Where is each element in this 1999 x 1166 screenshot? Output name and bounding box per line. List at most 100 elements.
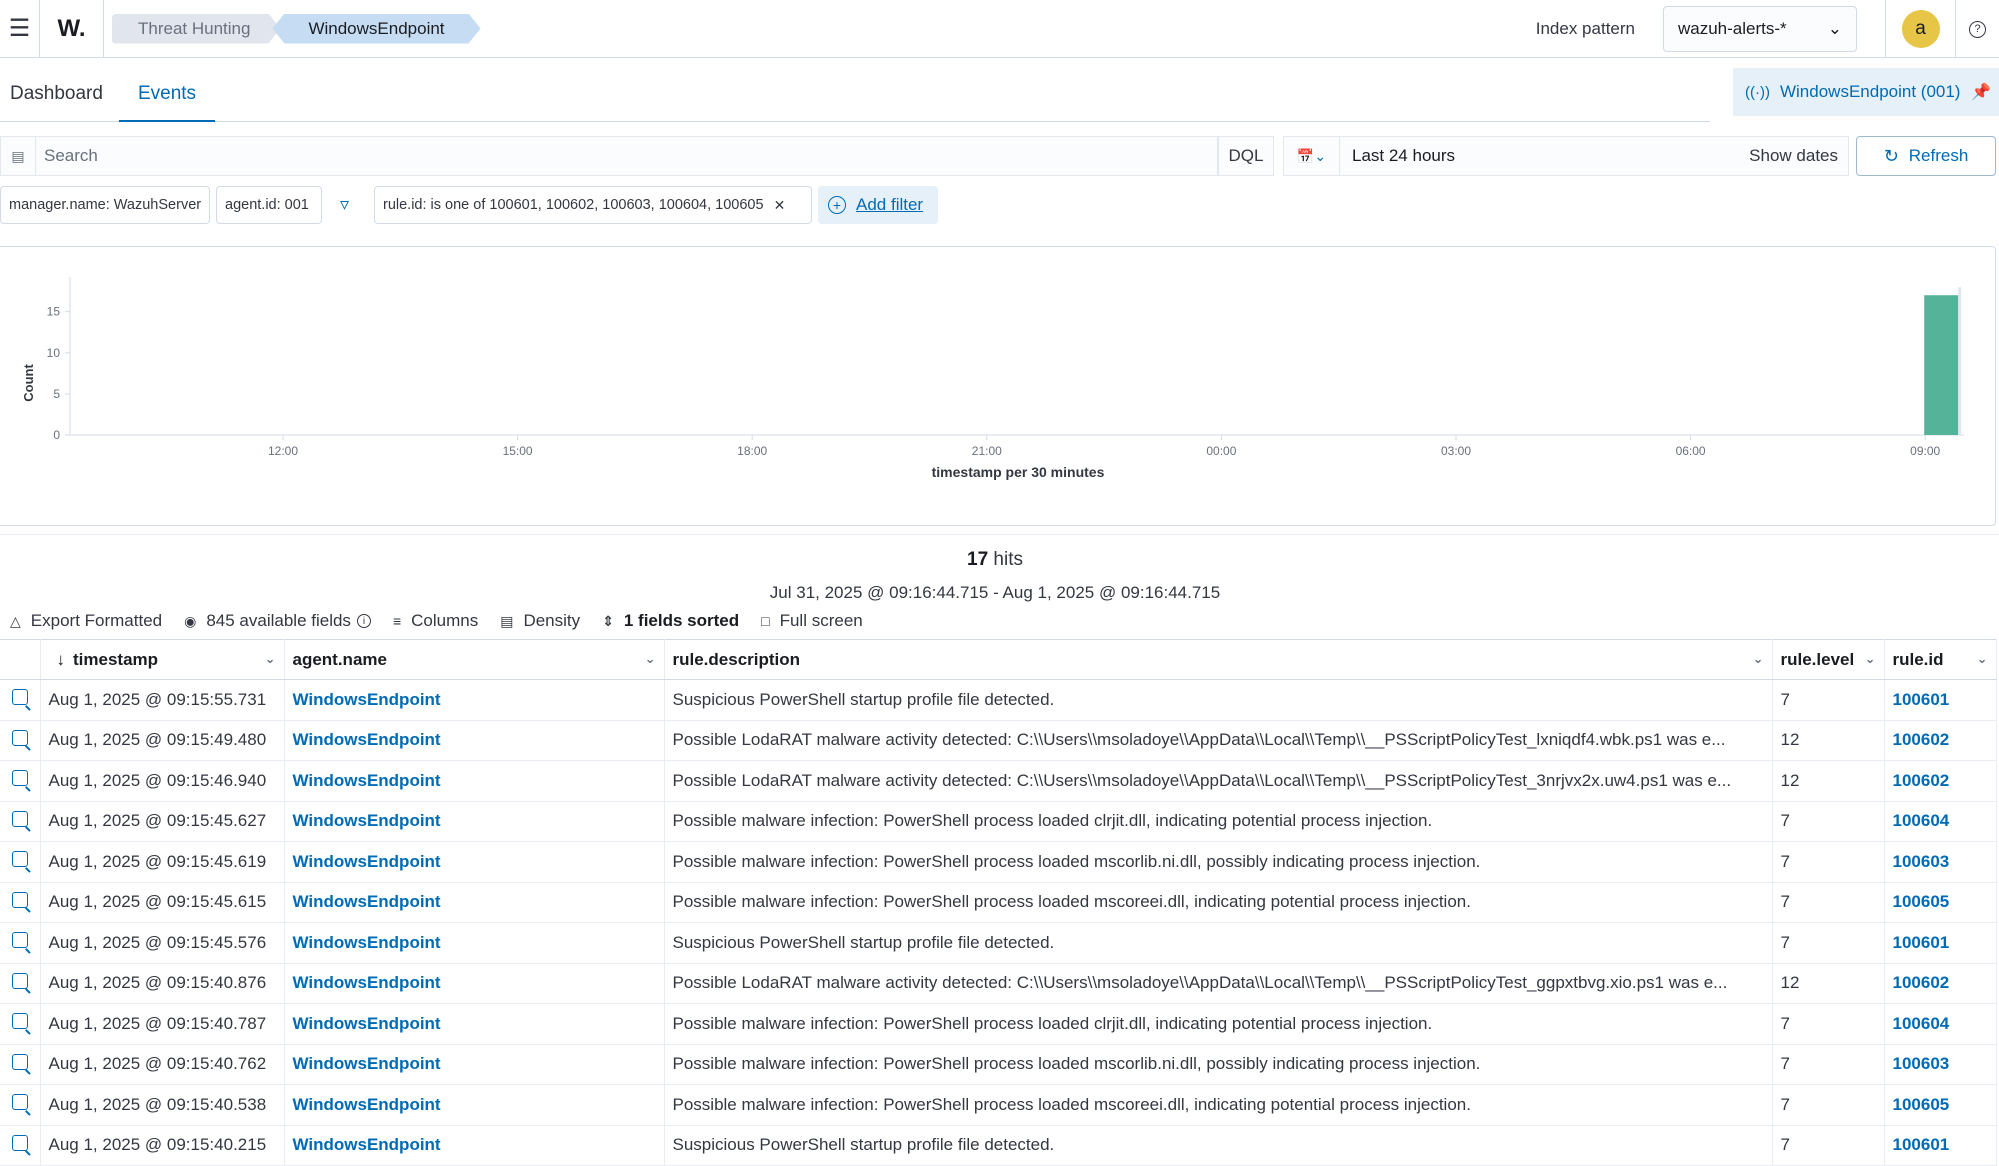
cell-agent-name[interactable]: WindowsEndpoint (284, 841, 665, 883)
inspect-document-icon[interactable] (0, 801, 41, 842)
fullscreen-button[interactable]: □ Full screen (761, 611, 863, 631)
date-picker[interactable]: 📅⌄ Last 24 hours Show dates (1283, 136, 1849, 176)
cell-agent-name[interactable]: WindowsEndpoint (284, 1044, 665, 1085)
show-dates-button[interactable]: Show dates (1749, 146, 1838, 166)
avatar[interactable]: a (1901, 10, 1940, 48)
inspect-document-icon[interactable] (0, 882, 41, 923)
table-row[interactable]: Aug 1, 2025 @ 09:15:45.576 WindowsEndpoin… (0, 922, 1997, 964)
inspect-document-icon[interactable] (11, 810, 28, 827)
inspect-document-icon[interactable] (0, 1044, 41, 1085)
inspect-document-icon[interactable] (11, 972, 28, 989)
hamburger-icon[interactable]: ☰ (0, 0, 40, 58)
inspect-document-icon[interactable] (0, 679, 41, 721)
inspect-document-icon[interactable] (0, 1003, 41, 1045)
inspect-document-icon[interactable] (11, 851, 28, 868)
cell-rule-id[interactable]: 100604 (1884, 1003, 1997, 1045)
chevron-down-icon[interactable]: ⌄ (1977, 651, 1988, 667)
search-input[interactable]: Search (36, 136, 1218, 176)
cell-agent-name[interactable]: WindowsEndpoint (284, 679, 665, 721)
header-rule-level[interactable]: rule.level ⌄ (1772, 639, 1885, 680)
density-button[interactable]: ▤ Density (500, 611, 580, 631)
inspect-document-icon[interactable] (11, 689, 28, 706)
cell-rule-id[interactable]: 100601 (1884, 679, 1997, 721)
cell-agent-name[interactable]: WindowsEndpoint (284, 882, 665, 923)
cell-rule-id[interactable]: 100603 (1884, 841, 1997, 883)
inspect-document-icon[interactable] (0, 963, 41, 1004)
add-filter-button[interactable]: + Add filter (818, 186, 938, 224)
chevron-down-icon[interactable]: ⌄ (265, 651, 276, 667)
export-button[interactable]: △ Export Formatted (10, 611, 162, 631)
inspect-document-icon[interactable] (11, 932, 28, 949)
cell-agent-name[interactable]: WindowsEndpoint (284, 1125, 665, 1166)
table-row[interactable]: Aug 1, 2025 @ 09:15:45.615 WindowsEndpoin… (0, 882, 1997, 923)
refresh-button[interactable]: ↻ Refresh (1856, 136, 1996, 176)
inspect-document-icon[interactable] (11, 1013, 28, 1030)
available-fields-button[interactable]: ◉ 845 available fields i (184, 611, 371, 631)
inspect-document-icon[interactable] (0, 720, 41, 761)
saved-query-icon[interactable]: ▤ (0, 136, 36, 176)
inspect-document-icon[interactable] (0, 841, 41, 883)
header-rule-id[interactable]: rule.id ⌄ (1884, 639, 1997, 680)
filter-pill-agent-id[interactable]: agent.id: 001 (216, 186, 322, 224)
index-pattern-select[interactable]: wazuh-alerts-* ⌄ (1663, 6, 1857, 52)
cell-rule-id[interactable]: 100604 (1884, 801, 1997, 842)
inspect-document-icon[interactable] (11, 1053, 28, 1070)
header-rule-description[interactable]: rule.description ⌄ (664, 639, 1773, 680)
inspect-document-icon[interactable] (11, 1094, 28, 1111)
inspect-document-icon[interactable] (0, 1125, 41, 1166)
header-timestamp[interactable]: ↓ timestamp ⌄ (40, 639, 285, 680)
sort-button[interactable]: ⇕ 1 fields sorted (602, 611, 739, 631)
user-menu[interactable]: a (1885, 0, 1955, 58)
breadcrumb-windows-endpoint[interactable]: WindowsEndpoint (272, 14, 480, 44)
inspect-document-icon[interactable] (11, 1134, 28, 1151)
cell-rule-id[interactable]: 100601 (1884, 922, 1997, 964)
table-row[interactable]: Aug 1, 2025 @ 09:15:46.940 WindowsEndpoin… (0, 760, 1997, 802)
inspect-document-icon[interactable] (0, 760, 41, 802)
inspect-document-icon[interactable] (0, 922, 41, 964)
inspect-document-icon[interactable] (11, 770, 28, 787)
filter-pill-rule-id[interactable]: rule.id: is one of 100601, 100602, 10060… (374, 186, 812, 224)
tab-dashboard[interactable]: Dashboard (0, 58, 113, 122)
cell-rule-id[interactable]: 100605 (1884, 1084, 1997, 1126)
inspect-document-icon[interactable] (11, 891, 28, 908)
cell-rule-id[interactable]: 100603 (1884, 1044, 1997, 1085)
chevron-down-icon[interactable]: ⌄ (1865, 651, 1876, 667)
query-language-button[interactable]: DQL (1218, 136, 1274, 176)
table-row[interactable]: Aug 1, 2025 @ 09:15:40.787 WindowsEndpoin… (0, 1003, 1997, 1045)
filter-pill-manager[interactable]: manager.name: WazuhServer (0, 186, 210, 224)
table-row[interactable]: Aug 1, 2025 @ 09:15:40.876 WindowsEndpoin… (0, 963, 1997, 1004)
header-agent-name[interactable]: agent.name ⌄ (284, 639, 665, 680)
table-row[interactable]: Aug 1, 2025 @ 09:15:45.619 WindowsEndpoin… (0, 841, 1997, 883)
cell-agent-name[interactable]: WindowsEndpoint (284, 720, 665, 761)
cell-agent-name[interactable]: WindowsEndpoint (284, 1084, 665, 1126)
cell-agent-name[interactable]: WindowsEndpoint (284, 1003, 665, 1045)
close-icon[interactable]: ✕ (774, 197, 786, 214)
table-row[interactable]: Aug 1, 2025 @ 09:15:40.215 WindowsEndpoin… (0, 1125, 1997, 1166)
cell-agent-name[interactable]: WindowsEndpoint (284, 760, 665, 802)
cell-rule-id[interactable]: 100602 (1884, 720, 1997, 761)
inspect-document-icon[interactable] (0, 1084, 41, 1126)
inspect-document-icon[interactable] (11, 729, 28, 746)
time-range-text[interactable]: Last 24 hours (1352, 146, 1455, 166)
chevron-down-icon[interactable]: ⌄ (1753, 651, 1764, 667)
cell-agent-name[interactable]: WindowsEndpoint (284, 801, 665, 842)
columns-button[interactable]: ≡ Columns (393, 611, 478, 631)
breadcrumb-threat-hunting[interactable]: Threat Hunting (112, 14, 280, 44)
pin-icon[interactable]: 📌 (1971, 82, 1991, 102)
agent-selector-pill[interactable]: ((·)) WindowsEndpoint (001) 📌 (1733, 68, 1999, 116)
cell-rule-id[interactable]: 100605 (1884, 882, 1997, 923)
table-row[interactable]: Aug 1, 2025 @ 09:15:49.480 WindowsEndpoin… (0, 720, 1997, 761)
cell-rule-id[interactable]: 100602 (1884, 963, 1997, 1004)
table-row[interactable]: Aug 1, 2025 @ 09:15:40.538 WindowsEndpoin… (0, 1084, 1997, 1126)
cell-agent-name[interactable]: WindowsEndpoint (284, 963, 665, 1004)
chevron-down-icon[interactable]: ⌄ (645, 651, 656, 667)
cell-rule-id[interactable]: 100601 (1884, 1125, 1997, 1166)
help-button[interactable]: ? (1955, 0, 1999, 58)
table-row[interactable]: Aug 1, 2025 @ 09:15:45.627 WindowsEndpoin… (0, 801, 1997, 842)
calendar-icon[interactable]: 📅⌄ (1284, 136, 1340, 176)
table-row[interactable]: Aug 1, 2025 @ 09:15:55.731 WindowsEndpoin… (0, 679, 1997, 721)
cell-agent-name[interactable]: WindowsEndpoint (284, 922, 665, 964)
tab-events[interactable]: Events (118, 58, 216, 122)
filter-icon[interactable]: ▿ (340, 194, 349, 215)
cell-rule-id[interactable]: 100602 (1884, 760, 1997, 802)
